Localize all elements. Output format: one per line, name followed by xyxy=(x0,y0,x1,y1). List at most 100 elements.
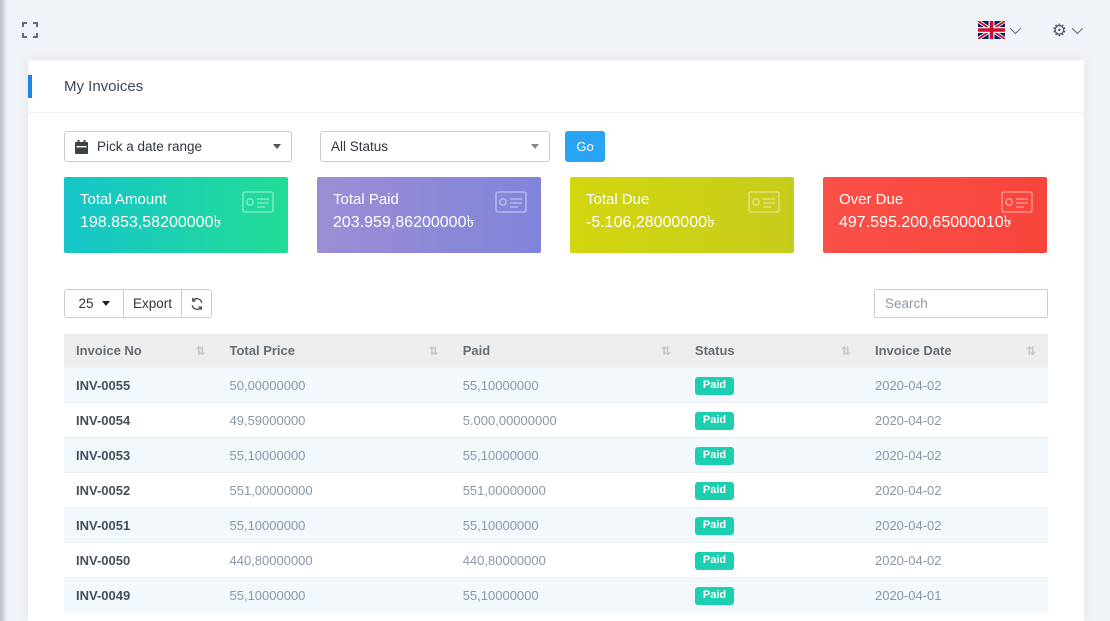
column-header-paid[interactable]: Paid ⇅ xyxy=(450,334,683,368)
cell-total-price: 55,10000000 xyxy=(217,507,451,543)
cell-paid: 55,10000000 xyxy=(450,367,683,403)
cell-paid: 551,00000000 xyxy=(450,472,683,508)
sort-icon[interactable]: ⇅ xyxy=(1026,344,1036,358)
table-row[interactable]: INV-0054 49,59000000 5.000,00000000 Paid… xyxy=(64,402,1048,438)
export-button[interactable]: Export xyxy=(123,289,182,318)
invoices-table: Invoice No ⇅ Total Price ⇅ Paid ⇅ Status ⇅ I… xyxy=(64,334,1048,613)
topbar: ⚙ xyxy=(0,0,1110,60)
cell-invoice-date: 2020-04-02 xyxy=(862,437,1048,473)
language-switcher[interactable] xyxy=(977,21,1021,39)
go-button[interactable]: Go xyxy=(565,131,605,162)
chevron-down-icon xyxy=(1009,22,1021,35)
status-select[interactable]: All Status xyxy=(320,131,550,162)
caret-down-icon xyxy=(101,301,110,306)
uk-flag-icon xyxy=(977,21,1005,39)
settings-menu[interactable]: ⚙ xyxy=(1051,20,1084,40)
cell-status: Paid xyxy=(682,507,863,543)
cell-invoice-date: 2020-04-02 xyxy=(862,542,1048,578)
cell-invoice-date: 2020-04-02 xyxy=(862,402,1048,438)
page-title: My Invoices xyxy=(64,77,144,95)
cell-invoice-no: INV-0053 xyxy=(64,437,218,473)
table-row[interactable]: INV-0053 55,10000000 55,10000000 Paid 20… xyxy=(64,437,1048,473)
cell-status: Paid xyxy=(682,437,863,473)
status-badge: Paid xyxy=(694,516,735,535)
cell-total-price: 49,59000000 xyxy=(217,402,451,438)
status-badge: Paid xyxy=(694,446,735,465)
stat-value: 497.595.200,65000010৳ xyxy=(839,214,1012,231)
status-badge: Paid xyxy=(694,586,735,605)
stat-value: 203.959,86200000৳ xyxy=(333,214,475,231)
money-check-icon xyxy=(1001,191,1033,213)
refresh-icon xyxy=(190,297,203,310)
cell-invoice-no: INV-0054 xyxy=(64,402,218,438)
money-check-icon xyxy=(495,191,527,213)
cell-status: Paid xyxy=(682,367,863,403)
status-badge: Paid xyxy=(694,376,735,395)
cell-paid: 55,10000000 xyxy=(450,577,683,613)
cell-invoice-no: INV-0052 xyxy=(64,472,218,508)
caret-down-icon xyxy=(273,144,281,149)
content-panel: My Invoices Pick a date range All Status… xyxy=(28,60,1084,621)
fullscreen-icon[interactable] xyxy=(22,22,38,38)
cell-invoice-no: INV-0051 xyxy=(64,507,218,543)
sort-icon[interactable]: ⇅ xyxy=(429,344,439,358)
table-row[interactable]: INV-0049 55,10000000 55,10000000 Paid 20… xyxy=(64,577,1048,613)
caret-down-icon xyxy=(531,144,539,149)
cell-status: Paid xyxy=(682,577,863,613)
table-body: INV-0055 50,00000000 55,10000000 Paid 20… xyxy=(64,367,1048,613)
cell-status: Paid xyxy=(682,472,863,508)
sidebar-edge xyxy=(0,0,9,621)
status-badge: Paid xyxy=(694,411,735,430)
date-range-value: Pick a date range xyxy=(97,139,203,154)
date-range-picker[interactable]: Pick a date range xyxy=(64,131,292,162)
cell-invoice-no: INV-0055 xyxy=(64,367,218,403)
cell-total-price: 50,00000000 xyxy=(217,367,451,403)
cell-total-price: 55,10000000 xyxy=(217,577,451,613)
stat-card-over-due: Over Due 497.595.200,65000010৳ xyxy=(823,177,1047,253)
table-row[interactable]: INV-0051 55,10000000 55,10000000 Paid 20… xyxy=(64,507,1048,543)
cell-invoice-date: 2020-04-02 xyxy=(862,367,1048,403)
cell-invoice-no: INV-0050 xyxy=(64,542,218,578)
calendar-icon xyxy=(75,139,88,154)
title-accent-bar xyxy=(28,75,32,98)
status-badge: Paid xyxy=(694,551,735,570)
page-header: My Invoices xyxy=(28,60,1084,113)
sort-icon[interactable]: ⇅ xyxy=(195,344,205,358)
refresh-button[interactable] xyxy=(181,289,212,318)
column-header-total-price[interactable]: Total Price ⇅ xyxy=(217,334,451,368)
status-badge: Paid xyxy=(694,481,735,500)
stat-card-total-amount: Total Amount 198.853,58200000৳ xyxy=(64,177,288,253)
chevron-down-icon xyxy=(1071,22,1084,35)
cell-status: Paid xyxy=(682,402,863,438)
page-size-value: 25 xyxy=(78,296,94,311)
cell-paid: 55,10000000 xyxy=(450,437,683,473)
cell-paid: 440,80000000 xyxy=(450,542,683,578)
table-row[interactable]: INV-0050 440,80000000 440,80000000 Paid … xyxy=(64,542,1048,578)
column-header-invoice-date[interactable]: Invoice Date ⇅ xyxy=(862,334,1048,368)
cell-status: Paid xyxy=(682,542,863,578)
column-header-status[interactable]: Status ⇅ xyxy=(682,334,863,368)
table-controls: 25 Export xyxy=(64,289,1048,318)
cell-total-price: 440,80000000 xyxy=(217,542,451,578)
stat-card-total-paid: Total Paid 203.959,86200000৳ xyxy=(317,177,541,253)
cell-invoice-date: 2020-04-01 xyxy=(862,577,1048,613)
table-row[interactable]: INV-0052 551,00000000 551,00000000 Paid … xyxy=(64,472,1048,508)
search-input[interactable] xyxy=(874,289,1048,318)
table-row[interactable]: INV-0055 50,00000000 55,10000000 Paid 20… xyxy=(64,367,1048,403)
sort-icon[interactable]: ⇅ xyxy=(841,344,851,358)
stat-card-total-due: Total Due -5.106,28000000৳ xyxy=(570,177,794,253)
gear-icon: ⚙ xyxy=(1051,20,1067,40)
status-selected-value: All Status xyxy=(331,139,389,154)
stat-value: 198.853,58200000৳ xyxy=(80,214,222,231)
cell-invoice-date: 2020-04-02 xyxy=(862,507,1048,543)
cell-total-price: 55,10000000 xyxy=(217,437,451,473)
sort-icon[interactable]: ⇅ xyxy=(661,344,671,358)
cell-invoice-date: 2020-04-02 xyxy=(862,472,1048,508)
cell-paid: 55,10000000 xyxy=(450,507,683,543)
cell-paid: 5.000,00000000 xyxy=(450,402,683,438)
page-size-select[interactable]: 25 xyxy=(64,289,124,318)
table-header-row: Invoice No ⇅ Total Price ⇅ Paid ⇅ Status ⇅ I… xyxy=(64,334,1048,368)
column-header-invoice-no[interactable]: Invoice No ⇅ xyxy=(64,334,218,368)
stat-value: -5.106,28000000৳ xyxy=(586,214,715,231)
cell-invoice-no: INV-0049 xyxy=(64,577,218,613)
